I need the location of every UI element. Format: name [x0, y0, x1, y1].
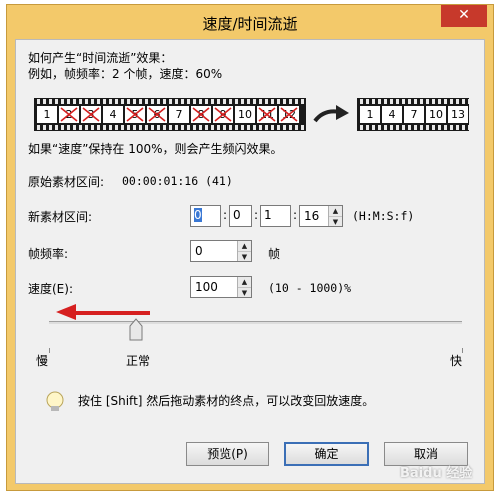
film-frame: 8	[191, 106, 211, 123]
preview-button[interactable]: 预览(P)	[186, 442, 269, 466]
frame-rate-spinner[interactable]: 0 ▲ ▼	[190, 240, 252, 262]
speed-spinner[interactable]: 100 ▲ ▼	[190, 276, 252, 298]
new-range-label: 新素材区间:	[28, 210, 93, 224]
spin-down-icon[interactable]: ▼	[329, 216, 342, 226]
time-format-hint: (H:M:S:f)	[352, 209, 415, 223]
new-range-minutes-field[interactable]: 0	[229, 205, 252, 227]
film-strip-before: 123456789101112	[34, 98, 306, 131]
speed-slider-track[interactable]	[49, 321, 462, 324]
film-frame-number: 7	[175, 108, 183, 121]
spin-up-icon[interactable]: ▲	[238, 241, 251, 251]
original-range-value: 00:00:01:16 (41)	[122, 174, 233, 188]
film-frame-number: 4	[388, 108, 396, 121]
slider-tick	[462, 348, 463, 353]
frames-spin-buttons[interactable]: ▲ ▼	[328, 206, 342, 226]
cross-out-icon	[126, 107, 144, 122]
film-frame: 4	[103, 106, 123, 123]
frames-value: 16	[304, 209, 320, 223]
film-perforation	[357, 99, 469, 104]
frame-rate-spin-buttons[interactable]: ▲ ▼	[237, 241, 251, 261]
speed-label: 速度(E):	[28, 282, 73, 296]
film-frame: 7	[169, 106, 189, 123]
film-frame: 1	[37, 106, 57, 123]
film-perforation	[357, 125, 469, 130]
close-button[interactable]: ✕	[441, 5, 487, 27]
cross-out-icon	[60, 107, 78, 122]
flicker-note: 如果“速度”保持在 100%，则会产生频闪效果。	[28, 142, 283, 156]
new-range-frames-spinner[interactable]: 16 ▲ ▼	[299, 205, 343, 227]
film-frame: 1	[360, 106, 380, 123]
film-frame: 5	[125, 106, 145, 123]
window-title: 速度/时间流逝	[202, 15, 298, 33]
speed-range-hint: (10 - 1000)%	[268, 281, 352, 295]
cross-out-icon	[280, 107, 298, 122]
film-frame: 10	[426, 106, 446, 123]
intro-line-1: 如何产生“时间流逝”效果：	[28, 51, 173, 65]
time-separator: :	[223, 208, 228, 222]
frame-rate-label: 帧频率:	[28, 247, 69, 261]
film-perforation	[34, 99, 306, 104]
film-strip-after: 1 4 7 10 13	[357, 98, 469, 131]
frame-rate-value: 0	[195, 244, 203, 258]
spin-down-icon[interactable]: ▼	[238, 287, 251, 297]
film-frame-number: 13	[451, 108, 465, 121]
shift-tip: 按住 [Shift] 然后拖动素材的终点，可以改变回放速度。	[78, 394, 375, 408]
film-frame: 2	[59, 106, 79, 123]
film-frame: 12	[279, 106, 299, 123]
spin-up-icon[interactable]: ▲	[329, 206, 342, 216]
speed-spin-buttons[interactable]: ▲ ▼	[237, 277, 251, 297]
speed-slider-thumb[interactable]	[129, 318, 143, 342]
intro-line-2: 例如，帧频率：2 个帧，速度：60%	[28, 67, 223, 81]
film-frame-number: 1	[366, 108, 374, 121]
new-range-seconds-field[interactable]: 1	[260, 205, 291, 227]
film-frame-number: 10	[238, 108, 252, 121]
dialog-body: 如何产生“时间流逝”效果： 例如，帧频率：2 个帧，速度：60% 1234567…	[15, 39, 485, 484]
spin-down-icon[interactable]: ▼	[238, 251, 251, 261]
film-frame: 10	[235, 106, 255, 123]
watermark: Baidu 经验	[400, 466, 473, 481]
film-frame: 4	[382, 106, 402, 123]
original-range-label: 原始素材区间:	[28, 175, 105, 189]
transform-arrow-icon	[313, 105, 349, 123]
cross-out-icon	[192, 107, 210, 122]
film-frame-number: 10	[429, 108, 443, 121]
time-separator: :	[293, 208, 298, 222]
film-frame: 11	[257, 106, 277, 123]
film-frame-number: 4	[109, 108, 117, 121]
film-frame: 3	[81, 106, 101, 123]
cross-out-icon	[82, 107, 100, 122]
film-frame: 6	[147, 106, 167, 123]
film-frame-number: 1	[43, 108, 51, 121]
frame-rate-unit: 帧	[268, 247, 281, 261]
title-bar[interactable]: 速度/时间流逝 ✕	[7, 5, 493, 39]
film-frame-number: 7	[410, 108, 418, 121]
new-range-hours-field[interactable]: 0	[190, 205, 221, 227]
slider-label-normal: 正常	[126, 354, 151, 368]
film-frame: 13	[448, 106, 468, 123]
cross-out-icon	[148, 107, 166, 122]
speed-value: 100	[195, 280, 218, 294]
time-separator: :	[254, 208, 259, 222]
ok-button[interactable]: 确定	[284, 442, 369, 466]
film-perforation	[34, 125, 306, 130]
film-frame: 9	[213, 106, 233, 123]
slider-label-fast: 快	[450, 354, 463, 368]
lightbulb-icon	[46, 391, 64, 411]
cross-out-icon	[258, 107, 276, 122]
slider-tick	[49, 348, 50, 353]
speed-time-dialog: 速度/时间流逝 ✕ 如何产生“时间流逝”效果： 例如，帧频率：2 个帧，速度：6…	[6, 4, 494, 491]
spin-up-icon[interactable]: ▲	[238, 277, 251, 287]
cross-out-icon	[214, 107, 232, 122]
film-frame: 7	[404, 106, 424, 123]
hours-value: 0	[194, 208, 202, 222]
slider-label-slow: 慢	[36, 354, 49, 368]
